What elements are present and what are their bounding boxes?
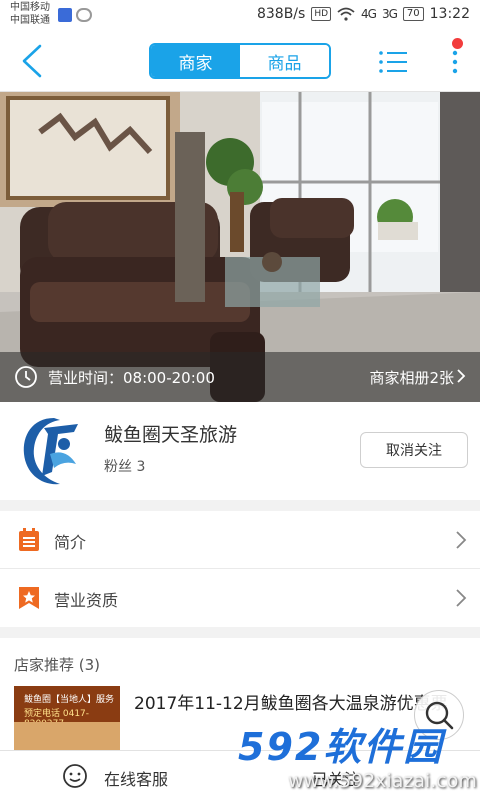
carrier-2: 中国联通 <box>10 15 50 26</box>
chevron-right-icon <box>456 589 467 607</box>
hd-icon: HD <box>311 7 332 21</box>
list-menu-icon[interactable] <box>378 50 408 74</box>
online-service-button[interactable]: 在线客服 <box>104 766 168 790</box>
intro-label: 简介 <box>54 533 87 552</box>
battery-icon: 70 <box>402 7 424 21</box>
qualification-label: 营业资质 <box>54 591 119 610</box>
thumb-line-1: 鲅鱼圈【当地人】服务 <box>24 695 115 705</box>
business-hours: 营业时间：08:00-20:00 <box>48 369 215 387</box>
carrier-info: 中国移动 中国联通 <box>10 1 50 27</box>
clock-icon <box>15 366 37 388</box>
signal-4g-icon: 4G <box>361 7 377 21</box>
watermark-brand: 592软件园 <box>238 725 444 769</box>
merchant-photo[interactable]: 营业时间：08:00-20:00 商家相册2张 <box>0 92 480 402</box>
watermark-url: www.592xiazai.com <box>288 770 477 792</box>
album-link[interactable]: 商家相册2张 <box>369 367 454 388</box>
bookmark-star-icon <box>19 587 39 609</box>
chevron-right-icon <box>457 369 466 383</box>
recommend-thumbnail[interactable]: 鲅鱼圈【当地人】服务 预定电话 0417-8200277 <box>14 686 120 758</box>
merchant-header: 鲅鱼圈天圣旅游 粉丝 3 取消关注 <box>0 402 480 500</box>
clock-time: 13:22 <box>429 6 470 22</box>
segment-control: 商家 商品 <box>149 43 331 79</box>
wechat-icon <box>76 8 92 22</box>
wifi-icon <box>337 7 355 21</box>
smiley-chat-icon[interactable] <box>62 763 88 789</box>
merchant-name: 鲅鱼圈天圣旅游 <box>104 424 238 446</box>
hero-info-bar: 营业时间：08:00-20:00 商家相册2张 <box>0 352 480 402</box>
status-bar: 中国移动 中国联通 838B/s HD 4G 3G 70 13:22 <box>0 0 480 30</box>
fans-count: 粉丝 3 <box>104 459 146 475</box>
chevron-right-icon <box>456 531 467 549</box>
merchant-logo <box>23 418 78 485</box>
recommend-title: 店家推荐 (3) <box>14 656 101 674</box>
sim-icon <box>58 8 72 22</box>
carrier-1: 中国移动 <box>10 2 50 13</box>
tab-goods[interactable]: 商品 <box>240 45 329 77</box>
qualification-row[interactable]: 营业资质 <box>0 569 480 627</box>
back-arrow-icon[interactable] <box>18 44 48 78</box>
network-speed: 838B/s <box>256 6 306 22</box>
notification-dot <box>452 38 463 49</box>
tab-merchant[interactable]: 商家 <box>151 45 240 77</box>
document-icon <box>19 528 39 551</box>
top-navigation: 商家 商品 <box>0 30 480 92</box>
unfollow-button[interactable]: 取消关注 <box>360 432 468 468</box>
site-watermark: 592软件园 www.592xiazai.com <box>228 712 480 800</box>
intro-row[interactable]: 简介 <box>0 511 480 569</box>
notification-icons <box>58 8 92 22</box>
signal-3g-icon: 3G <box>381 7 398 21</box>
status-right: 838B/s HD 4G 3G 70 13:22 <box>257 6 470 22</box>
